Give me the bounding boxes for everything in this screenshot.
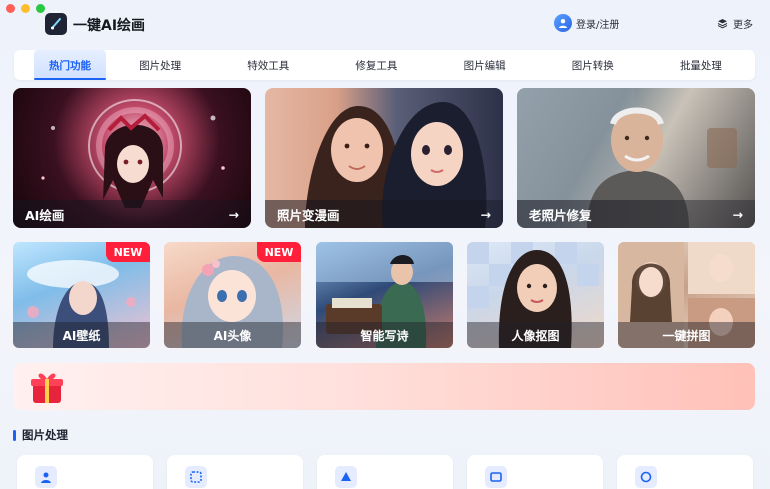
login-label: 登录/注册 xyxy=(576,19,620,31)
card-title: AI头像 xyxy=(213,328,252,343)
tab-image-editing[interactable]: 图片编辑 xyxy=(431,50,539,80)
tab-repair-tools[interactable]: 修复工具 xyxy=(322,50,430,80)
minimize-window-button[interactable] xyxy=(21,4,30,13)
photo-to-comic-card[interactable]: 照片变漫画 → xyxy=(265,88,503,228)
new-badge: NEW xyxy=(106,242,150,262)
category-tabs: 热门功能 图片处理 特效工具 修复工具 图片编辑 图片转换 批量处理 xyxy=(14,50,755,80)
tab-hot-features[interactable]: 热门功能 xyxy=(34,50,106,80)
watermark-tool-icon xyxy=(335,466,357,488)
arrow-right-icon: → xyxy=(732,206,743,222)
one-click-collage-card[interactable]: 一键拼图 xyxy=(618,242,755,348)
card-title: 人像抠图 xyxy=(511,328,560,343)
new-badge: NEW xyxy=(257,242,301,262)
object-tool-icon xyxy=(185,466,207,488)
ai-painting-card[interactable]: AI绘画 → xyxy=(13,88,251,228)
layers-icon xyxy=(717,19,728,29)
portrait-cutout-card[interactable]: 人像抠图 xyxy=(467,242,604,348)
arrow-right-icon: → xyxy=(228,206,239,222)
card-label-bar: 智能写诗 xyxy=(316,322,453,348)
tool-card-1[interactable] xyxy=(17,455,153,489)
login-button[interactable]: 登录/注册 xyxy=(554,14,619,32)
maximize-window-button[interactable] xyxy=(36,4,45,13)
arrow-right-icon: → xyxy=(480,206,491,222)
card-label-bar: AI壁纸 xyxy=(13,322,150,348)
app-title: 一键AI绘画 xyxy=(73,18,146,34)
tool-card-4[interactable] xyxy=(467,455,603,489)
more-label: 更多 xyxy=(733,20,753,31)
app-window: 一键AI绘画 登录/注册 更多 热门功能 图片处理 特效工具 修复工具 图片编辑… xyxy=(0,0,770,489)
old-photo-repair-card[interactable]: 老照片修复 → xyxy=(517,88,755,228)
card-title: AI壁纸 xyxy=(62,328,101,343)
window-controls xyxy=(6,4,45,13)
card-label-bar: AI绘画 → xyxy=(13,200,251,228)
format-convert-tool-icon xyxy=(485,466,507,488)
tab-image-processing[interactable]: 图片处理 xyxy=(106,50,214,80)
promo-banner[interactable] xyxy=(13,363,755,410)
tool-card-2[interactable] xyxy=(167,455,303,489)
more-button[interactable]: 更多 xyxy=(717,16,753,31)
card-label-bar: 一键拼图 xyxy=(618,322,755,348)
section-title-image-processing: 图片处理 xyxy=(13,427,68,443)
card-title: 一键拼图 xyxy=(662,328,711,343)
tool-card-5[interactable] xyxy=(617,455,753,489)
app-logo-icon xyxy=(45,13,67,35)
ai-wallpaper-card[interactable]: NEW AI壁纸 xyxy=(13,242,150,348)
card-label-bar: AI头像 xyxy=(164,322,301,348)
card-label-bar: 人像抠图 xyxy=(467,322,604,348)
card-label-bar: 老照片修复 → xyxy=(517,200,755,228)
gift-box-icon xyxy=(31,373,63,403)
user-avatar-icon xyxy=(554,14,572,32)
card-title: 智能写诗 xyxy=(360,328,409,343)
section-title-text: 图片处理 xyxy=(22,428,68,442)
portrait-tool-icon xyxy=(35,466,57,488)
section-accent-bar xyxy=(13,429,16,441)
ai-avatar-card[interactable]: NEW AI头像 xyxy=(164,242,301,348)
card-label-bar: 照片变漫画 → xyxy=(265,200,503,228)
card-title: AI绘画 xyxy=(25,207,65,223)
tab-image-conversion[interactable]: 图片转换 xyxy=(539,50,647,80)
card-title: 老照片修复 xyxy=(529,207,592,223)
close-window-button[interactable] xyxy=(6,4,15,13)
enhance-tool-icon xyxy=(635,466,657,488)
tab-batch-processing[interactable]: 批量处理 xyxy=(647,50,755,80)
smart-poetry-card[interactable]: 智能写诗 xyxy=(316,242,453,348)
card-title: 照片变漫画 xyxy=(277,207,340,223)
tool-card-3[interactable] xyxy=(317,455,453,489)
tab-effects-tools[interactable]: 特效工具 xyxy=(214,50,322,80)
